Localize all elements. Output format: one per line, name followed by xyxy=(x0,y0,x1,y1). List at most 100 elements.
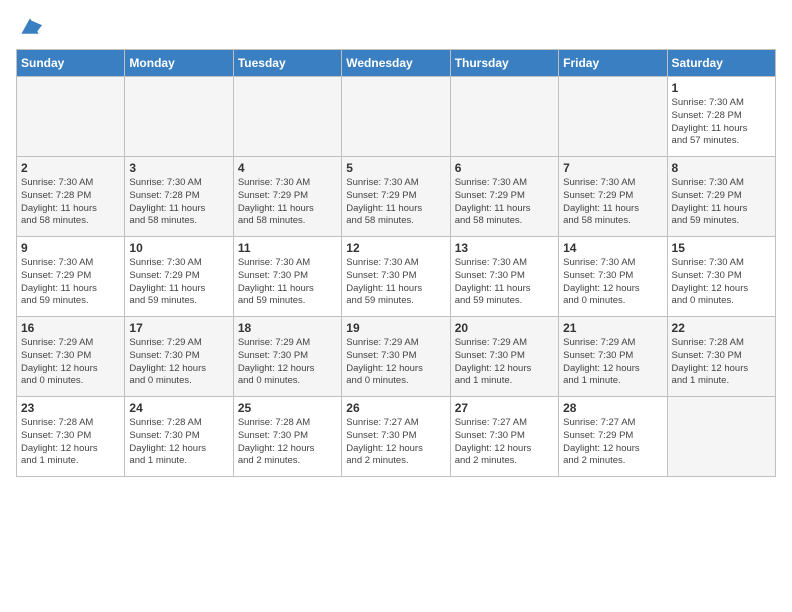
calendar-cell xyxy=(125,77,233,157)
calendar-cell xyxy=(342,77,450,157)
day-info: Sunrise: 7:28 AM Sunset: 7:30 PM Dayligh… xyxy=(238,417,337,468)
day-number: 20 xyxy=(455,321,554,335)
calendar-cell xyxy=(233,77,341,157)
day-number: 17 xyxy=(129,321,228,335)
day-number: 6 xyxy=(455,161,554,175)
day-number: 24 xyxy=(129,401,228,415)
calendar-cell xyxy=(667,397,775,477)
day-number: 25 xyxy=(238,401,337,415)
day-info: Sunrise: 7:28 AM Sunset: 7:30 PM Dayligh… xyxy=(672,337,771,388)
day-number: 8 xyxy=(672,161,771,175)
day-info: Sunrise: 7:30 AM Sunset: 7:28 PM Dayligh… xyxy=(129,177,228,228)
day-number: 13 xyxy=(455,241,554,255)
calendar-cell: 26Sunrise: 7:27 AM Sunset: 7:30 PM Dayli… xyxy=(342,397,450,477)
day-header-friday: Friday xyxy=(559,50,667,77)
calendar-cell: 6 Sunrise: 7:30 AM Sunset: 7:29 PM Daylig… xyxy=(450,157,558,237)
day-number: 12 xyxy=(346,241,445,255)
day-number: 28 xyxy=(563,401,662,415)
calendar-cell: 25 Sunrise: 7:28 AM Sunset: 7:30 PM Dayli… xyxy=(233,397,341,477)
day-number: 21 xyxy=(563,321,662,335)
day-info: Sunrise: 7:28 AM Sunset: 7:30 PM Dayligh… xyxy=(129,417,228,468)
day-headers-row: SundayMondayTuesdayWednesdayThursdayFrid… xyxy=(17,50,776,77)
day-info: Sunrise: 7:29 AM Sunset: 7:30 PM Dayligh… xyxy=(455,337,554,388)
day-info: Sunrise: 7:30 AM Sunset: 7:29 PM Dayligh… xyxy=(672,177,771,228)
day-info: Sunrise: 7:30 AM Sunset: 7:30 PM Dayligh… xyxy=(238,257,337,308)
day-header-saturday: Saturday xyxy=(667,50,775,77)
day-info: Sunrise: 7:30 AM Sunset: 7:28 PM Dayligh… xyxy=(21,177,120,228)
calendar-cell: 21 Sunrise: 7:29 AM Sunset: 7:30 PM Dayli… xyxy=(559,317,667,397)
calendar-cell: 20 Sunrise: 7:29 AM Sunset: 7:30 PM Dayli… xyxy=(450,317,558,397)
day-info: Sunrise: 7:30 AM Sunset: 7:28 PM Dayligh… xyxy=(672,97,771,148)
day-info: Sunrise: 7:27 AM Sunset: 7:30 PM Dayligh… xyxy=(455,417,554,468)
calendar-cell: 4Sunrise: 7:30 AM Sunset: 7:29 PM Daylig… xyxy=(233,157,341,237)
day-number: 16 xyxy=(21,321,120,335)
day-info: Sunrise: 7:30 AM Sunset: 7:29 PM Dayligh… xyxy=(21,257,120,308)
calendar-cell: 5 Sunrise: 7:30 AM Sunset: 7:29 PM Daylig… xyxy=(342,157,450,237)
day-number: 9 xyxy=(21,241,120,255)
day-info: Sunrise: 7:28 AM Sunset: 7:30 PM Dayligh… xyxy=(21,417,120,468)
calendar-cell xyxy=(17,77,125,157)
day-info: Sunrise: 7:29 AM Sunset: 7:30 PM Dayligh… xyxy=(238,337,337,388)
calendar-cell: 23Sunrise: 7:28 AM Sunset: 7:30 PM Dayli… xyxy=(17,397,125,477)
calendar-cell: 7 Sunrise: 7:30 AM Sunset: 7:29 PM Daylig… xyxy=(559,157,667,237)
header xyxy=(16,16,776,41)
day-number: 5 xyxy=(346,161,445,175)
day-info: Sunrise: 7:30 AM Sunset: 7:30 PM Dayligh… xyxy=(563,257,662,308)
day-info: Sunrise: 7:30 AM Sunset: 7:29 PM Dayligh… xyxy=(346,177,445,228)
day-header-thursday: Thursday xyxy=(450,50,558,77)
calendar-cell: 8 Sunrise: 7:30 AM Sunset: 7:29 PM Daylig… xyxy=(667,157,775,237)
calendar-cell: 12 Sunrise: 7:30 AM Sunset: 7:30 PM Dayli… xyxy=(342,237,450,317)
day-info: Sunrise: 7:30 AM Sunset: 7:30 PM Dayligh… xyxy=(346,257,445,308)
day-number: 2 xyxy=(21,161,120,175)
calendar-cell: 28 Sunrise: 7:27 AM Sunset: 7:29 PM Dayli… xyxy=(559,397,667,477)
day-info: Sunrise: 7:30 AM Sunset: 7:30 PM Dayligh… xyxy=(455,257,554,308)
week-row-1: 2 Sunrise: 7:30 AM Sunset: 7:28 PM Daylig… xyxy=(17,157,776,237)
week-row-3: 16 Sunrise: 7:29 AM Sunset: 7:30 PM Dayli… xyxy=(17,317,776,397)
calendar-cell: 17 Sunrise: 7:29 AM Sunset: 7:30 PM Dayli… xyxy=(125,317,233,397)
day-number: 19 xyxy=(346,321,445,335)
calendar-cell: 16 Sunrise: 7:29 AM Sunset: 7:30 PM Dayli… xyxy=(17,317,125,397)
calendar-cell xyxy=(559,77,667,157)
calendar-cell: 15Sunrise: 7:30 AM Sunset: 7:30 PM Dayli… xyxy=(667,237,775,317)
day-info: Sunrise: 7:29 AM Sunset: 7:30 PM Dayligh… xyxy=(21,337,120,388)
calendar-cell: 18 Sunrise: 7:29 AM Sunset: 7:30 PM Dayli… xyxy=(233,317,341,397)
calendar-cell: 22 Sunrise: 7:28 AM Sunset: 7:30 PM Dayli… xyxy=(667,317,775,397)
day-info: Sunrise: 7:29 AM Sunset: 7:30 PM Dayligh… xyxy=(563,337,662,388)
day-number: 11 xyxy=(238,241,337,255)
day-header-monday: Monday xyxy=(125,50,233,77)
day-info: Sunrise: 7:30 AM Sunset: 7:29 PM Dayligh… xyxy=(563,177,662,228)
calendar-cell: 10Sunrise: 7:30 AM Sunset: 7:29 PM Dayli… xyxy=(125,237,233,317)
day-info: Sunrise: 7:30 AM Sunset: 7:29 PM Dayligh… xyxy=(238,177,337,228)
day-info: Sunrise: 7:27 AM Sunset: 7:29 PM Dayligh… xyxy=(563,417,662,468)
day-info: Sunrise: 7:27 AM Sunset: 7:30 PM Dayligh… xyxy=(346,417,445,468)
calendar-cell: 19 Sunrise: 7:29 AM Sunset: 7:30 PM Dayli… xyxy=(342,317,450,397)
week-row-4: 23Sunrise: 7:28 AM Sunset: 7:30 PM Dayli… xyxy=(17,397,776,477)
day-number: 18 xyxy=(238,321,337,335)
logo xyxy=(16,16,42,41)
calendar-cell: 27Sunrise: 7:27 AM Sunset: 7:30 PM Dayli… xyxy=(450,397,558,477)
calendar-cell: 11 Sunrise: 7:30 AM Sunset: 7:30 PM Dayli… xyxy=(233,237,341,317)
day-number: 7 xyxy=(563,161,662,175)
day-header-sunday: Sunday xyxy=(17,50,125,77)
day-info: Sunrise: 7:30 AM Sunset: 7:30 PM Dayligh… xyxy=(672,257,771,308)
logo-icon xyxy=(18,16,42,36)
calendar-cell: 14 Sunrise: 7:30 AM Sunset: 7:30 PM Dayli… xyxy=(559,237,667,317)
calendar-cell: 2 Sunrise: 7:30 AM Sunset: 7:28 PM Daylig… xyxy=(17,157,125,237)
day-header-tuesday: Tuesday xyxy=(233,50,341,77)
calendar-cell xyxy=(450,77,558,157)
day-info: Sunrise: 7:30 AM Sunset: 7:29 PM Dayligh… xyxy=(129,257,228,308)
day-info: Sunrise: 7:29 AM Sunset: 7:30 PM Dayligh… xyxy=(346,337,445,388)
day-info: Sunrise: 7:29 AM Sunset: 7:30 PM Dayligh… xyxy=(129,337,228,388)
day-number: 14 xyxy=(563,241,662,255)
day-header-wednesday: Wednesday xyxy=(342,50,450,77)
week-row-2: 9 Sunrise: 7:30 AM Sunset: 7:29 PM Daylig… xyxy=(17,237,776,317)
calendar-cell: 1 Sunrise: 7:30 AM Sunset: 7:28 PM Daylig… xyxy=(667,77,775,157)
calendar-cell: 24 Sunrise: 7:28 AM Sunset: 7:30 PM Dayli… xyxy=(125,397,233,477)
calendar-cell: 13 Sunrise: 7:30 AM Sunset: 7:30 PM Dayli… xyxy=(450,237,558,317)
calendar-cell: 3Sunrise: 7:30 AM Sunset: 7:28 PM Daylig… xyxy=(125,157,233,237)
week-row-0: 1 Sunrise: 7:30 AM Sunset: 7:28 PM Daylig… xyxy=(17,77,776,157)
day-number: 1 xyxy=(672,81,771,95)
calendar-cell: 9 Sunrise: 7:30 AM Sunset: 7:29 PM Daylig… xyxy=(17,237,125,317)
day-number: 22 xyxy=(672,321,771,335)
day-info: Sunrise: 7:30 AM Sunset: 7:29 PM Dayligh… xyxy=(455,177,554,228)
